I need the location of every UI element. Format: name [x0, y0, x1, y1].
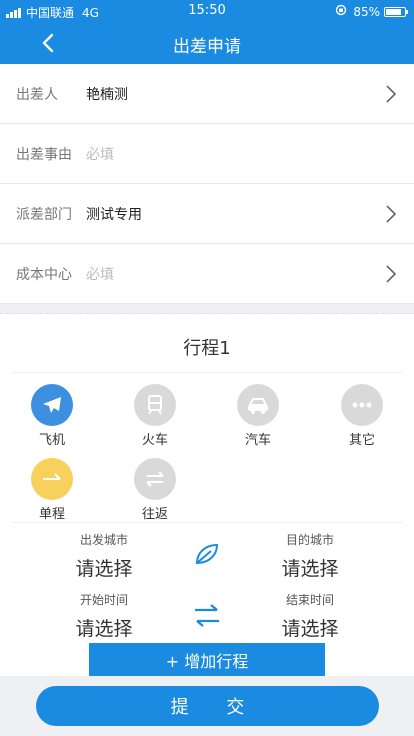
traveler-label: 出差人 — [16, 86, 58, 103]
to-city-field[interactable]: 目的城市 请选择 — [250, 531, 370, 581]
reason-label: 出差事由 — [16, 146, 72, 163]
mode-other[interactable]: 其它 — [327, 384, 397, 448]
mode-car[interactable]: 汽车 — [223, 384, 293, 448]
mode-label: 飞机 — [38, 433, 65, 448]
chevron-right-icon — [386, 265, 396, 283]
trip-section: 行程1 飞机 火车 汽车 其它 单程 往返 出发城市 请选择 目的城市 请选择 … — [0, 314, 414, 677]
mode-label: 火车 — [141, 433, 168, 448]
trip-title: 行程1 — [183, 338, 231, 359]
traveler-row[interactable]: 出差人 艳楠测 — [0, 64, 414, 124]
start-time-value[interactable]: 请选择 — [44, 614, 164, 641]
end-time-field[interactable]: 结束时间 请选择 — [250, 591, 370, 641]
roundtrip-icon — [134, 458, 176, 500]
end-time-label: 结束时间 — [285, 593, 334, 607]
battery-icon — [384, 6, 408, 17]
trip-type-oneway[interactable]: 单程 — [17, 458, 87, 522]
divider — [12, 522, 402, 523]
page-title: 出差申请 — [173, 37, 241, 57]
mode-train[interactable]: 火车 — [120, 384, 190, 448]
application-form: 出差人 艳楠测 出差事由 必填 派差部门 测试专用 成本中心 必填 — [0, 64, 414, 304]
divider — [12, 372, 402, 373]
department-label: 派差部门 — [16, 206, 72, 223]
reason-input[interactable]: 必填 — [86, 144, 114, 164]
oneway-icon — [31, 458, 73, 500]
from-city-field[interactable]: 出发城市 请选择 — [44, 531, 164, 581]
swap-city-icon[interactable] — [191, 539, 223, 571]
more-icon — [341, 384, 383, 426]
reason-row[interactable]: 出差事由 必填 — [0, 124, 414, 184]
start-time-field[interactable]: 开始时间 请选择 — [44, 591, 164, 641]
nav-bar: 出差申请 — [0, 22, 414, 64]
cost-center-input[interactable]: 必填 — [86, 264, 114, 284]
from-city-value[interactable]: 请选择 — [44, 554, 164, 581]
swap-time-icon[interactable] — [191, 600, 223, 632]
cost-center-row[interactable]: 成本中心 必填 — [0, 244, 414, 304]
add-trip-button[interactable]: + 增加行程 — [89, 643, 325, 677]
from-city-label: 出发城市 — [79, 533, 128, 547]
mode-label: 汽车 — [244, 433, 271, 448]
battery-percent: 85% — [353, 4, 380, 19]
trip-type-label: 单程 — [38, 507, 65, 522]
status-right: 85% — [335, 4, 408, 19]
chevron-right-icon — [386, 85, 396, 103]
car-icon — [237, 384, 279, 426]
cost-center-label: 成本中心 — [16, 266, 72, 283]
train-icon — [134, 384, 176, 426]
to-city-label: 目的城市 — [285, 533, 334, 547]
trip-type-label: 往返 — [141, 507, 168, 522]
department-value: 测试专用 — [86, 206, 142, 223]
chevron-right-icon — [386, 205, 396, 223]
start-time-label: 开始时间 — [79, 593, 128, 607]
to-city-value[interactable]: 请选择 — [250, 554, 370, 581]
traveler-value: 艳楠测 — [86, 86, 128, 103]
footer-bar: 提 交 — [0, 676, 414, 736]
plane-icon — [31, 384, 73, 426]
trip-type-roundtrip[interactable]: 往返 — [120, 458, 190, 522]
department-row[interactable]: 派差部门 测试专用 — [0, 184, 414, 244]
end-time-value[interactable]: 请选择 — [250, 614, 370, 641]
mode-plane[interactable]: 飞机 — [17, 384, 87, 448]
status-bar: 中国联通 4G 15:50 85% — [0, 0, 414, 22]
mode-label: 其它 — [348, 433, 375, 448]
section-divider — [0, 304, 414, 314]
lock-rotation-icon — [335, 4, 347, 19]
submit-button[interactable]: 提 交 — [36, 686, 379, 726]
